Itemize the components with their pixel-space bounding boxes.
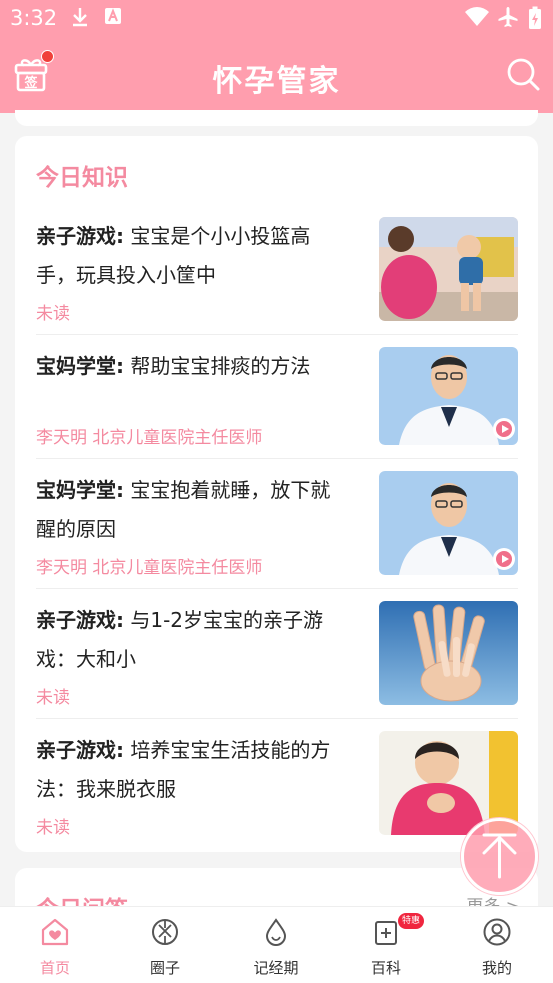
section-heading: 今日知识: [36, 165, 128, 191]
video-thumbnail: [379, 347, 518, 445]
read-status: 未读: [36, 304, 70, 324]
article-tag: 宝妈学堂:: [36, 354, 124, 378]
article-item[interactable]: 亲子游戏: 宝宝是个小小投篮高手，玩具投入小筐中 未读: [36, 217, 518, 335]
today-knowledge-card: 今日知识 亲子游戏: 宝宝是个小小投篮高手，玩具投入小筐中 未读 宝妈学堂: 帮…: [15, 136, 538, 852]
drop-icon: [265, 918, 287, 946]
article-item[interactable]: 宝妈学堂: 帮助宝宝排痰的方法 李天明 北京儿童医院主任医师: [36, 347, 518, 465]
home-heart-icon: [41, 918, 69, 946]
article-title-line1: 与1-2岁宝宝的亲子游: [130, 608, 324, 632]
wifi-icon: [465, 7, 489, 26]
article-title: 宝妈学堂: 宝宝抱着就睡，放下就 醒的原因: [36, 471, 358, 549]
article-tag: 亲子游戏:: [36, 608, 124, 632]
bottom-tab-bar: 首页 圈子 记经期 特惠 百科 我的: [0, 906, 553, 983]
divider: [36, 718, 518, 719]
article-tag: 亲子游戏:: [36, 738, 124, 762]
article-title: 亲子游戏: 培养宝宝生活技能的方法：我来脱衣服: [36, 731, 358, 809]
tab-period[interactable]: 记经期: [221, 907, 331, 983]
article-thumbnail: [379, 601, 518, 705]
tab-label: 百科: [370, 959, 401, 977]
read-status: 未读: [36, 818, 70, 838]
video-thumbnail: [379, 471, 518, 575]
article-thumbnail: [379, 217, 518, 321]
app-header: 签 怀孕管家: [0, 36, 553, 113]
article-title-line1: 宝宝是个小小投篮高: [130, 224, 311, 248]
status-bar: 3:32: [0, 0, 553, 36]
article-tag: 亲子游戏:: [36, 224, 124, 248]
tab-label: 首页: [39, 959, 70, 977]
article-title: 亲子游戏: 宝宝是个小小投篮高手，玩具投入小筐中: [36, 217, 358, 295]
divider: [36, 588, 518, 589]
user-icon: [483, 918, 511, 946]
search-icon: [507, 58, 540, 91]
article-title-line1: 帮助宝宝排痰的方法: [130, 354, 311, 378]
tab-circle[interactable]: 圈子: [110, 907, 220, 983]
circle-aperture-icon: [152, 919, 178, 945]
article-author: 李天明 北京儿童医院主任医师: [36, 558, 263, 578]
search-button[interactable]: [505, 56, 541, 92]
article-tag: 宝妈学堂:: [36, 478, 124, 502]
tab-mine[interactable]: 我的: [442, 907, 552, 983]
arrow-up-icon: [482, 833, 517, 879]
divider: [36, 458, 518, 459]
article-item[interactable]: 亲子游戏: 与1-2岁宝宝的亲子游戏：大和小 未读: [36, 601, 518, 719]
article-title-line2: 醒的原因: [36, 517, 116, 541]
divider: [36, 334, 518, 335]
article-item[interactable]: 亲子游戏: 培养宝宝生活技能的方法：我来脱衣服 未读: [36, 731, 518, 849]
download-icon: [73, 8, 87, 27]
previous-card-bottom: [15, 110, 538, 126]
article-title: 宝妈学堂: 帮助宝宝排痰的方法: [36, 347, 358, 386]
read-status: 未读: [36, 688, 70, 708]
play-icon: [493, 548, 515, 570]
keyboard-a-icon: [105, 8, 121, 24]
play-icon: [493, 418, 515, 440]
article-author: 李天明 北京儿童医院主任医师: [36, 428, 263, 448]
tab-label: 我的: [481, 959, 512, 977]
article-title-line2: 手，玩具投入小筐中: [36, 263, 216, 287]
app-title: 怀孕管家: [212, 64, 341, 99]
airplane-icon: [498, 7, 518, 27]
article-title-line1: 宝宝抱着就睡，放下就: [130, 478, 331, 502]
article-title-line2: 法：我来脱衣服: [36, 777, 176, 801]
tab-label: 记经期: [253, 959, 299, 977]
article-item[interactable]: 宝妈学堂: 宝宝抱着就睡，放下就 醒的原因 李天明 北京儿童医院主任医师: [36, 471, 518, 589]
promo-badge: 特惠: [398, 913, 425, 929]
status-time: 3:32: [10, 6, 58, 30]
tab-encyclopedia[interactable]: 特惠 百科: [331, 907, 441, 983]
battery-icon: [529, 6, 541, 29]
article-title-line2: 戏：大和小: [36, 647, 136, 671]
tab-home[interactable]: 首页: [0, 907, 110, 983]
article-title: 亲子游戏: 与1-2岁宝宝的亲子游戏：大和小: [36, 601, 358, 679]
book-plus-icon: [375, 921, 397, 945]
article-title-line1: 培养宝宝生活技能的方: [130, 738, 331, 762]
scroll-to-top-button[interactable]: [461, 818, 538, 895]
tab-label: 圈子: [149, 959, 180, 977]
